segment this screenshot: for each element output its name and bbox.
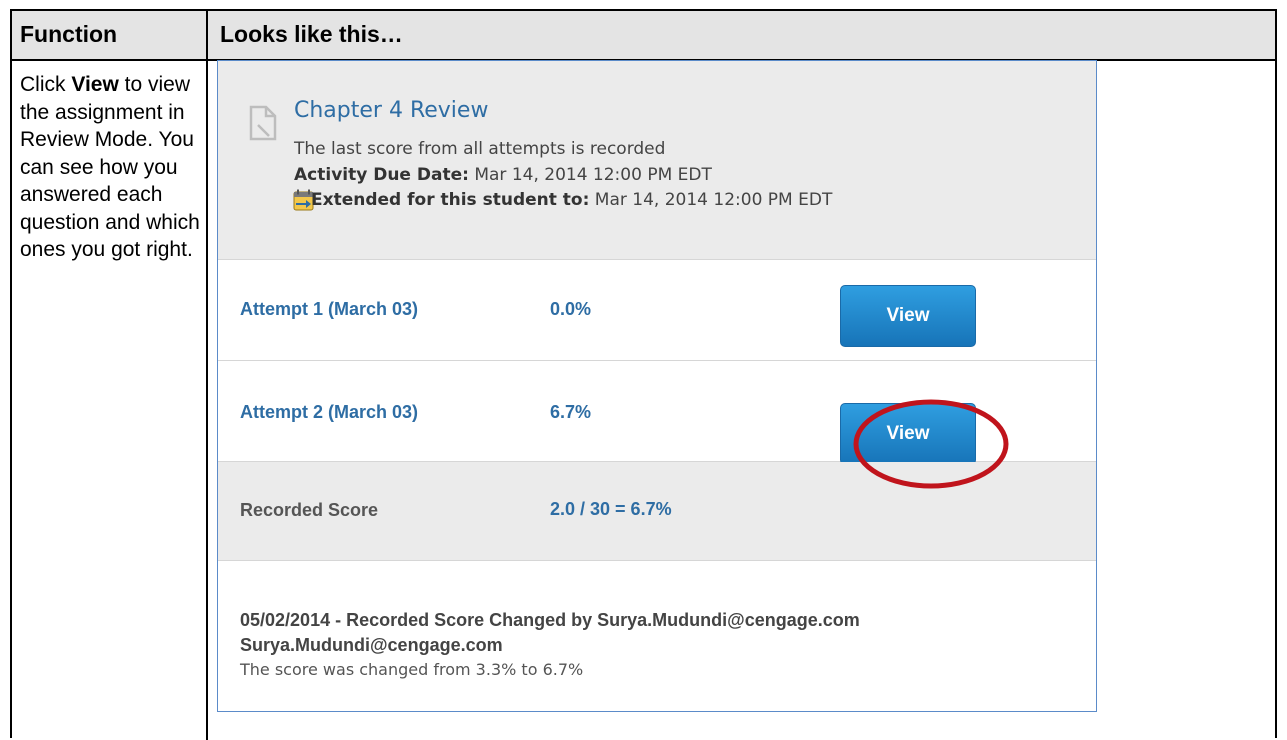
recorded-score-label: Recorded Score <box>240 500 379 520</box>
view-attempt-2-button[interactable]: View <box>840 403 976 465</box>
recorded-score-row: Recorded Score 2.0 / 30 = 6.7% <box>218 462 1096 561</box>
instruction-pre: Click <box>20 73 72 96</box>
history-line-3: The score was changed from 3.3% to 6.7% <box>240 660 584 679</box>
score-change-history: 05/02/2014 - Recorded Score Changed by S… <box>218 561 1096 711</box>
attempt-label: Attempt 1 (March 03) <box>240 299 419 319</box>
extended-date: Extended for this student to: Mar 14, 20… <box>311 190 832 210</box>
attempt-row: Attempt 2 (March 03) 6.7% View <box>218 361 1096 465</box>
recorded-score-value: 2.0 / 30 = 6.7% <box>550 499 672 519</box>
assignment-title[interactable]: Chapter 4 Review <box>294 98 488 123</box>
instruction-bold: View <box>71 73 119 96</box>
header-function: Function <box>20 21 118 47</box>
view-attempt-1-button[interactable]: View <box>840 285 976 347</box>
document-icon <box>249 105 277 141</box>
column-divider <box>206 11 208 740</box>
attempt-label: Attempt 2 (March 03) <box>240 402 419 422</box>
extended-label: Extended for this student to: <box>311 190 590 210</box>
assignment-header: Chapter 4 Review The last score from all… <box>218 61 1096 260</box>
instruction-text: Click View to view the assignment in Rev… <box>20 71 200 264</box>
history-line-2: Surya.Mudundi@cengage.com <box>240 635 503 655</box>
attempt-row: Attempt 1 (March 03) 0.0% View <box>218 260 1096 361</box>
attempt-score: 0.0% <box>550 299 592 319</box>
history-line-1: 05/02/2014 - Recorded Score Changed by S… <box>240 610 860 630</box>
extended-value: Mar 14, 2014 12:00 PM EDT <box>589 190 833 210</box>
table-header-row: Function Looks like this… <box>12 11 1275 61</box>
attempt-score: 6.7% <box>550 402 592 422</box>
due-date-label: Activity Due Date: <box>294 165 469 185</box>
due-date: Activity Due Date: Mar 14, 2014 12:00 PM… <box>294 165 712 185</box>
header-looks-like: Looks like this… <box>220 21 403 47</box>
instruction-post: to view the assignment in Review Mode. Y… <box>20 73 200 261</box>
due-date-value: Mar 14, 2014 12:00 PM EDT <box>468 165 712 185</box>
assignment-panel: Chapter 4 Review The last score from all… <box>217 60 1097 712</box>
score-policy: The last score from all attempts is reco… <box>294 139 666 159</box>
